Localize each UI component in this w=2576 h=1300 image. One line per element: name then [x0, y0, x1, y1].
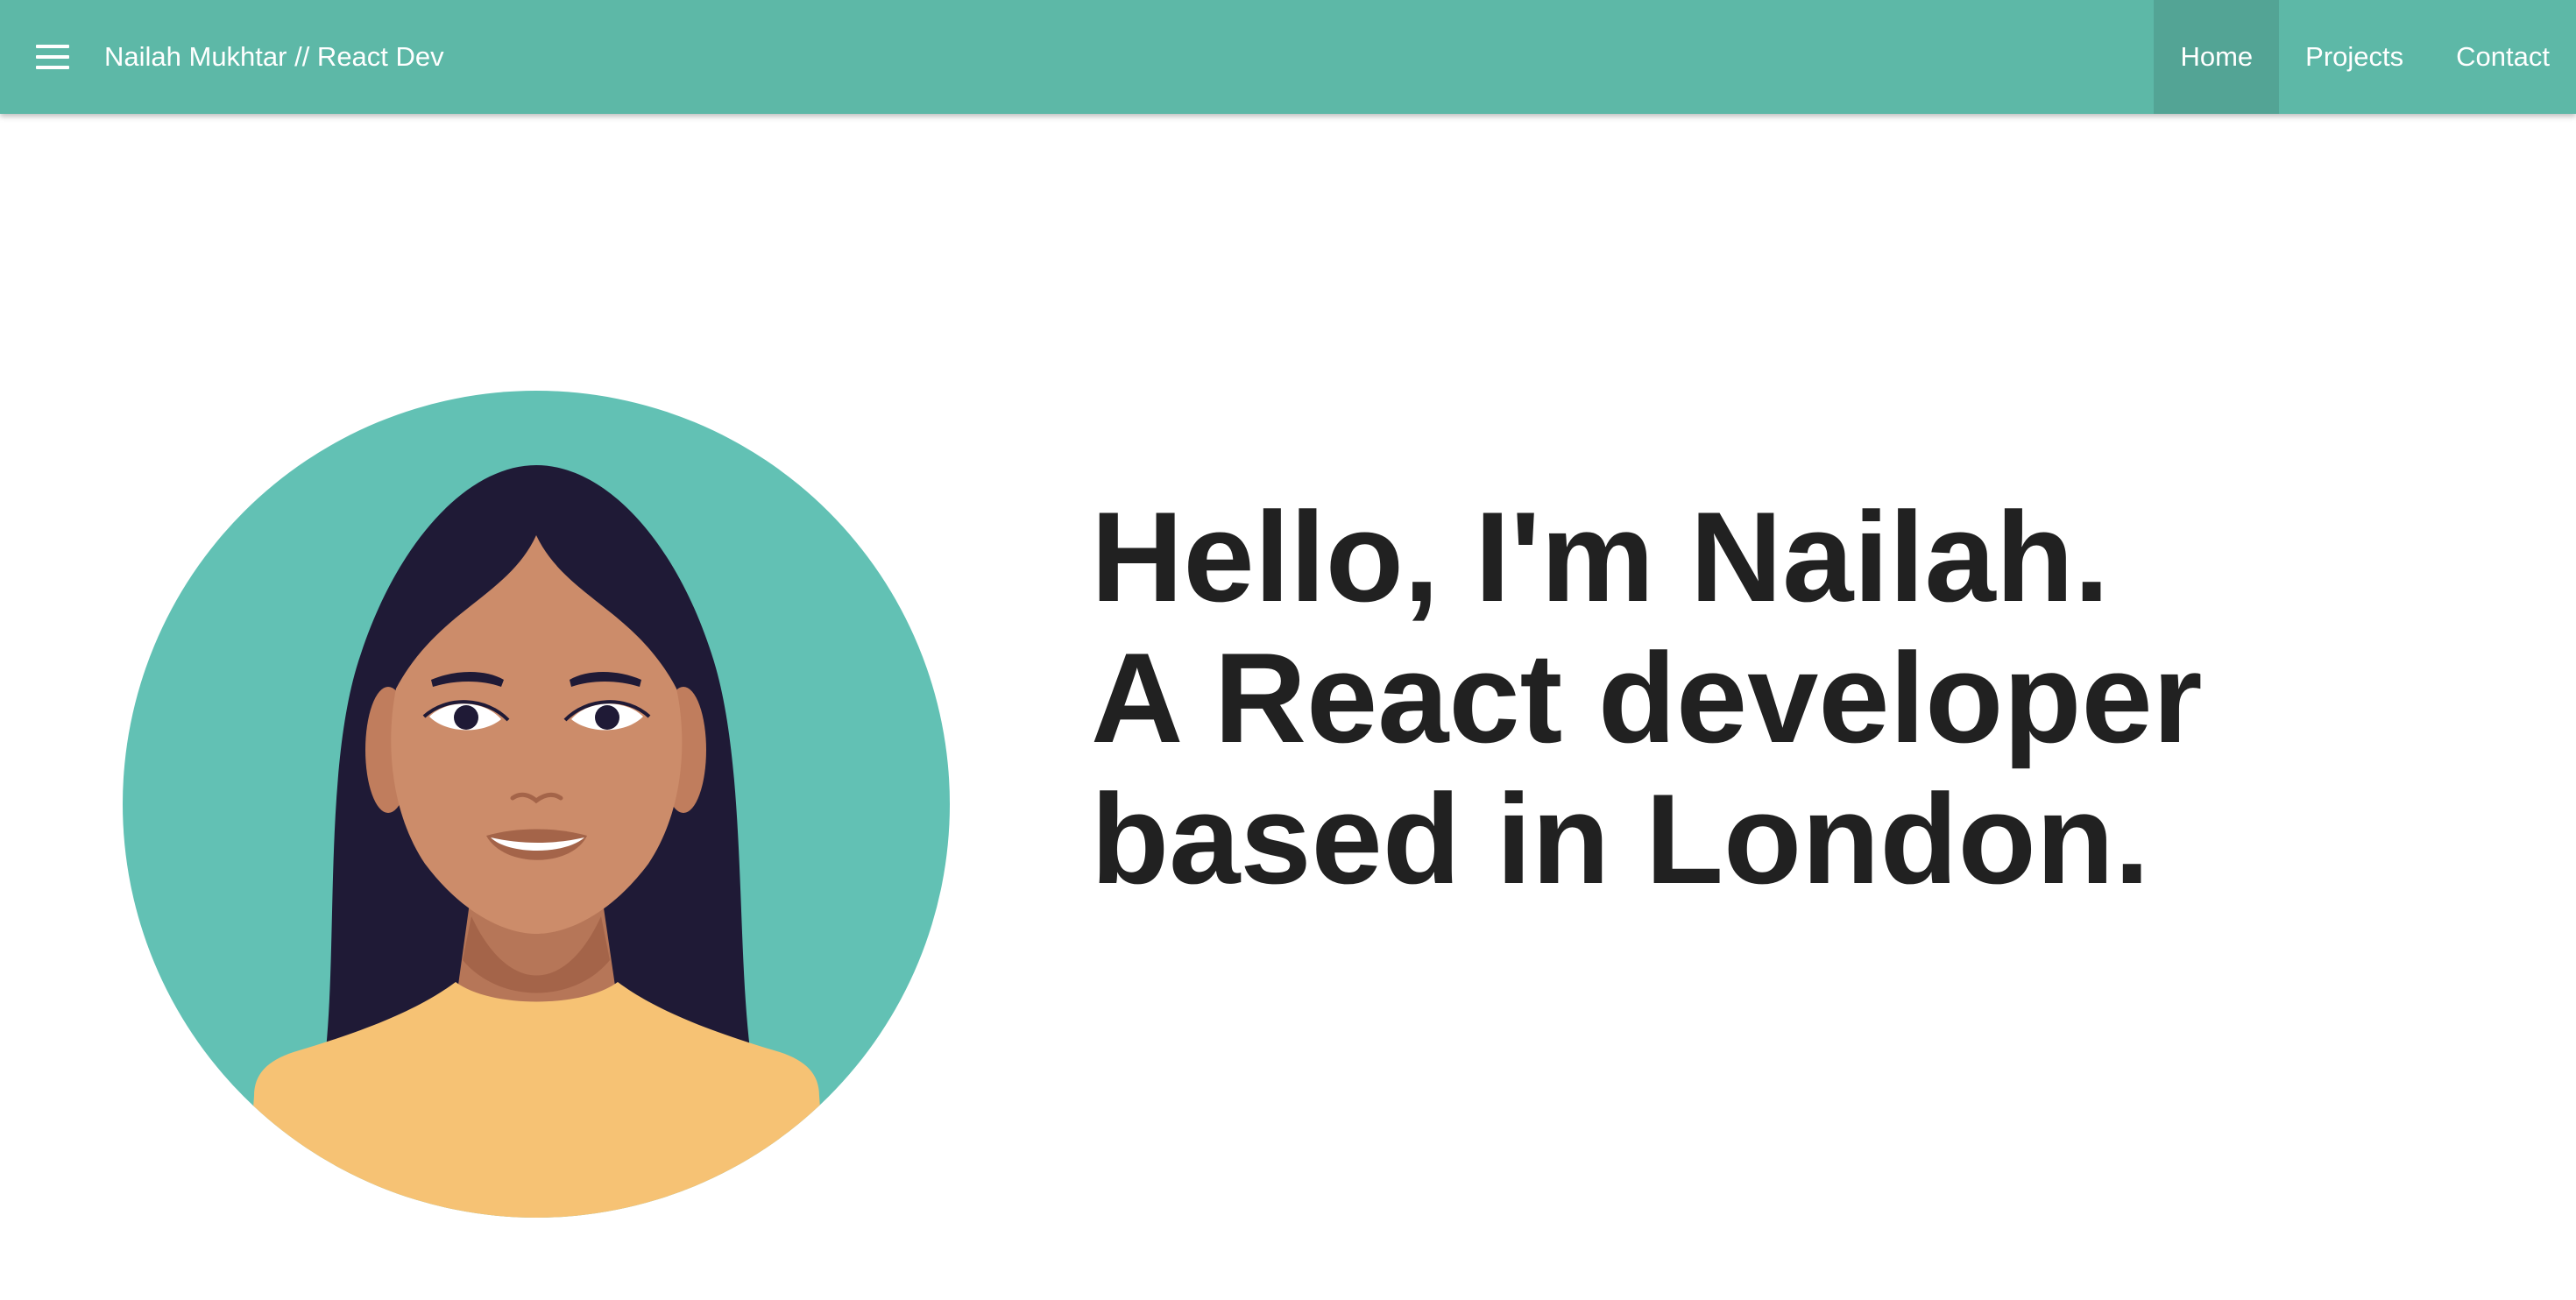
hero-heading: Hello, I'm Nailah. A React developer bas…: [1091, 486, 2203, 909]
site-title[interactable]: Nailah Mukhtar // React Dev: [104, 0, 444, 114]
menu-button[interactable]: [19, 22, 86, 92]
avatar-illustration: [123, 391, 950, 1218]
nav-contact-link[interactable]: Contact: [2430, 0, 2576, 114]
hamburger-menu-icon: [36, 45, 69, 69]
top-app-bar: Nailah Mukhtar // React Dev Home Project…: [0, 0, 2576, 114]
main-nav: Home Projects Contact: [2154, 0, 2576, 114]
hero-line-3: based in London.: [1091, 767, 2150, 910]
nav-projects-link[interactable]: Projects: [2279, 0, 2430, 114]
hero-line-1: Hello, I'm Nailah.: [1091, 485, 2110, 628]
nav-home-link[interactable]: Home: [2154, 0, 2280, 114]
hero-line-2: A React developer: [1091, 626, 2203, 769]
